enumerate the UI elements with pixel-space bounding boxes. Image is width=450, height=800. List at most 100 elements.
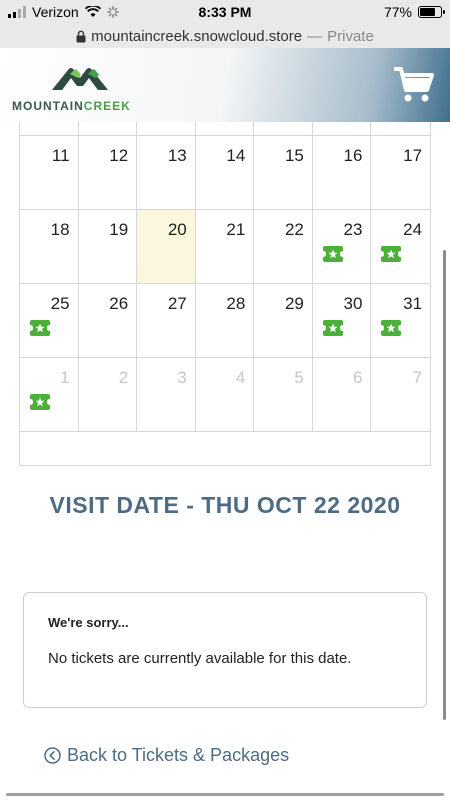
- day-number: 29: [284, 294, 304, 313]
- calendar-day-cell: [312, 122, 372, 136]
- shopping-cart-icon[interactable]: [394, 66, 434, 104]
- ticket-available-icon: [28, 394, 52, 410]
- page-scrollbar[interactable]: [443, 250, 446, 720]
- calendar-week-row: 18 19 20 21 22 23 24: [20, 210, 431, 284]
- bottom-bar: [6, 793, 444, 796]
- calendar-day-16[interactable]: 16: [312, 136, 372, 210]
- ticket-available-icon: [320, 246, 345, 262]
- day-number: 13: [167, 146, 187, 165]
- battery-icon: [418, 6, 445, 18]
- calendar-day-23[interactable]: 23: [312, 210, 372, 284]
- calendar-day-2[interactable]: 2: [78, 358, 138, 432]
- lock-icon: [76, 30, 86, 42]
- day-number: 7: [412, 368, 423, 387]
- mountain-creek-logo[interactable]: MOUNTAINCREEK: [12, 64, 131, 113]
- battery-percent: 77%: [383, 4, 412, 20]
- calendar-day-1[interactable]: 1: [20, 358, 79, 432]
- calendar-day-12[interactable]: 12: [78, 136, 138, 210]
- calendar-day-4[interactable]: 4: [195, 358, 255, 432]
- day-number: 20: [167, 220, 187, 239]
- day-number: 5: [294, 368, 304, 387]
- status-time: 8:33 PM: [198, 4, 252, 20]
- calendar-week-row: 1 2 3 4 5 6 7: [20, 358, 431, 432]
- calendar-day-25[interactable]: 25: [20, 284, 79, 358]
- calendar-day-cell: [254, 122, 313, 136]
- day-number: 3: [177, 368, 187, 387]
- day-number: 30: [343, 294, 363, 313]
- calendar-week-row: 11 12 13 14 15 16 17: [20, 136, 431, 210]
- calendar-day-29[interactable]: 29: [254, 284, 313, 358]
- day-number: 31: [403, 294, 423, 313]
- ticket-available-icon: [28, 320, 52, 336]
- calendar-day-31[interactable]: 31: [371, 284, 431, 358]
- calendar-day-19[interactable]: 19: [78, 210, 138, 284]
- day-number: 15: [284, 146, 304, 165]
- calendar-day-7[interactable]: 7: [371, 358, 431, 432]
- mountain-logo-icon: [52, 68, 108, 90]
- calendar-day-22[interactable]: 22: [254, 210, 313, 284]
- calendar-day-14[interactable]: 14: [195, 136, 255, 210]
- calendar-day-11[interactable]: 11: [20, 136, 79, 210]
- day-number: 14: [226, 146, 246, 165]
- day-number: 12: [109, 146, 129, 165]
- calendar-day-28[interactable]: 28: [195, 284, 255, 358]
- calendar-day-17[interactable]: 17: [371, 136, 431, 210]
- battery-fill: [420, 8, 435, 16]
- day-number: 24: [403, 220, 423, 239]
- day-number: 19: [109, 220, 129, 239]
- logo-wordmark: MOUNTAINCREEK: [12, 99, 131, 113]
- calendar-day-cell: [195, 122, 255, 136]
- day-number: 6: [353, 368, 363, 387]
- day-number: 27: [167, 294, 187, 313]
- calendar-day-3[interactable]: 3: [137, 358, 196, 432]
- url-text: mountaincreek.snowcloud.store: [91, 27, 303, 45]
- calendar-week-row: [20, 122, 431, 136]
- notice-title: We're sorry...: [48, 615, 129, 630]
- site-header: MOUNTAINCREEK: [0, 48, 450, 122]
- logo-text-mountain: MOUNTAIN: [12, 99, 84, 113]
- day-number: 21: [226, 220, 246, 239]
- calendar-week-row: 25 26 27 28 29 30 31: [20, 284, 431, 358]
- day-number: 1: [60, 368, 70, 387]
- day-number: 26: [109, 294, 129, 313]
- day-number: 11: [51, 146, 70, 165]
- back-link-label: Back to Tickets & Packages: [67, 745, 290, 765]
- ticket-available-icon: [379, 246, 404, 262]
- day-number: 17: [403, 146, 423, 165]
- calendar-day-18[interactable]: 18: [20, 210, 79, 284]
- day-number: 25: [50, 294, 70, 313]
- day-number: 22: [284, 220, 304, 239]
- back-to-tickets-link[interactable]: Back to Tickets & Packages: [44, 745, 289, 766]
- calendar-day-6[interactable]: 6: [312, 358, 372, 432]
- calendar-day-21[interactable]: 21: [195, 210, 255, 284]
- calendar-day-cell: [78, 122, 138, 136]
- url-separator: —: [307, 27, 323, 45]
- visit-date-heading: VISIT DATE - THU OCT 22 2020: [49, 492, 401, 518]
- calendar-day-30[interactable]: 30: [312, 284, 372, 358]
- day-number: 4: [235, 368, 246, 387]
- calendar-day-27[interactable]: 27: [137, 284, 196, 358]
- calendar-day-15[interactable]: 15: [254, 136, 313, 210]
- ticket-available-icon: [379, 320, 404, 336]
- day-number: 18: [50, 220, 70, 239]
- calendar-day-cell: [137, 122, 196, 136]
- day-number: 28: [226, 294, 246, 313]
- no-tickets-notice: We're sorry... No tickets are currently …: [23, 592, 427, 708]
- day-number: 2: [118, 368, 129, 387]
- private-mode-label: Private: [327, 27, 374, 45]
- day-number: 16: [343, 146, 363, 165]
- day-number: 23: [343, 220, 363, 239]
- notice-message: No tickets are currently available for t…: [48, 650, 352, 667]
- ticket-available-icon: [320, 320, 345, 336]
- calendar-day-24[interactable]: 24: [371, 210, 431, 284]
- url-bar[interactable]: mountaincreek.snowcloud.store — Private: [0, 24, 450, 48]
- calendar-day-5[interactable]: 5: [254, 358, 313, 432]
- calendar-day-13[interactable]: 13: [137, 136, 196, 210]
- logo-text-creek: CREEK: [83, 99, 131, 113]
- calendar-grid: 11 12 13 14 15 16 17 18 19 20 21 22 23 24 25 26 27 28 29 30…: [19, 122, 431, 466]
- status-bar: Verizon 8:33 PM 77%: [0, 0, 450, 24]
- back-arrow-icon: [44, 747, 61, 764]
- calendar-day-20[interactable]: 20: [137, 210, 196, 284]
- calendar-day-cell: [371, 122, 431, 136]
- calendar-day-26[interactable]: 26: [78, 284, 138, 358]
